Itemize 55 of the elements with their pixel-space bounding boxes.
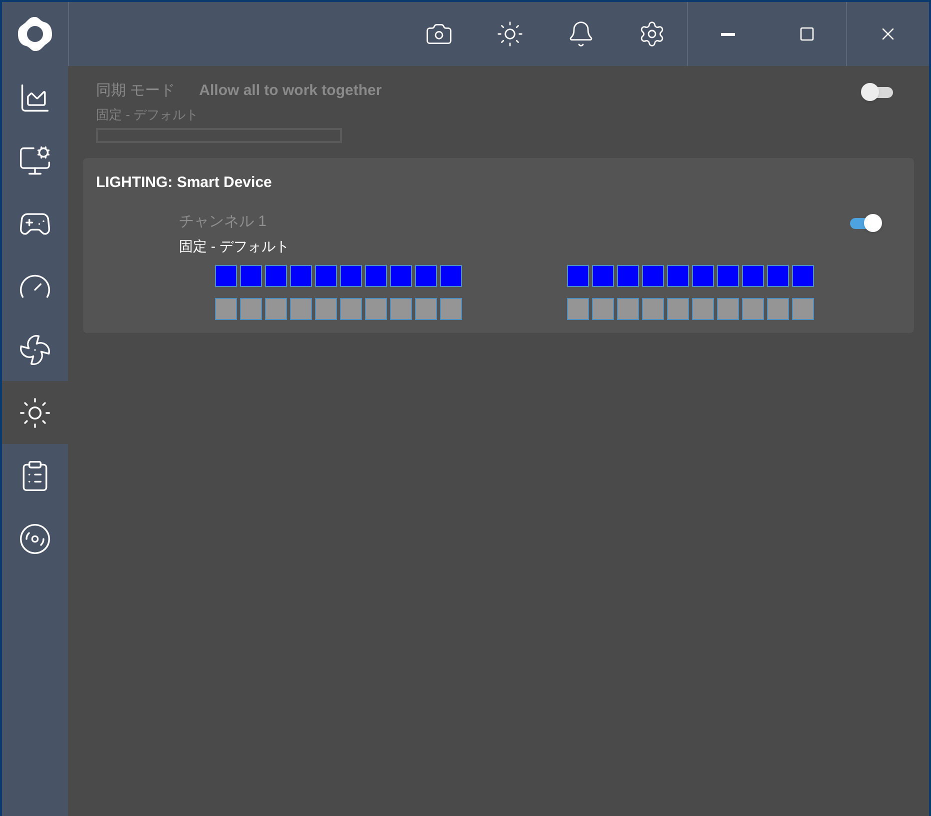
led-swatch[interactable] <box>315 298 337 320</box>
led-swatch[interactable] <box>617 298 639 320</box>
sidebar-item[interactable] <box>2 381 68 444</box>
led-swatch[interactable] <box>617 265 639 287</box>
monitor-icon <box>18 144 52 178</box>
led-swatch[interactable] <box>415 265 437 287</box>
led-swatch[interactable] <box>290 298 312 320</box>
led-swatch[interactable] <box>792 298 814 320</box>
led-swatch[interactable] <box>667 265 689 287</box>
toggle-switch[interactable] <box>848 212 882 232</box>
led-swatch[interactable] <box>767 298 789 320</box>
led-swatch[interactable] <box>340 265 362 287</box>
led-swatch[interactable] <box>742 265 764 287</box>
led-swatch[interactable] <box>240 298 262 320</box>
channel-label: チャンネル 1 <box>179 212 268 232</box>
disc-icon <box>18 522 52 556</box>
led-swatch[interactable] <box>440 265 462 287</box>
led-swatch[interactable] <box>365 298 387 320</box>
led-swatch[interactable] <box>567 265 589 287</box>
led-swatch[interactable] <box>215 265 237 287</box>
led-swatch[interactable] <box>742 298 764 320</box>
led-swatch[interactable] <box>340 298 362 320</box>
led-swatch[interactable] <box>667 298 689 320</box>
logo-icon <box>17 16 53 52</box>
sync-description: Allow all to work together <box>199 81 382 101</box>
led-swatch[interactable] <box>792 265 814 287</box>
led-swatch[interactable] <box>592 298 614 320</box>
led-swatch[interactable] <box>265 265 287 287</box>
sync-mode-label: 同期 モード <box>96 81 176 101</box>
led-swatch[interactable] <box>567 298 589 320</box>
led-swatch[interactable] <box>365 265 387 287</box>
led-swatch[interactable] <box>390 298 412 320</box>
led-swatch[interactable] <box>692 265 714 287</box>
fan-icon <box>18 332 52 366</box>
led-swatch[interactable] <box>215 298 237 320</box>
led-swatch[interactable] <box>767 265 789 287</box>
led-swatch[interactable] <box>642 265 664 287</box>
led-swatch[interactable] <box>642 298 664 320</box>
led-swatch[interactable] <box>265 298 287 320</box>
led-swatch[interactable] <box>717 265 739 287</box>
led-swatch[interactable] <box>692 298 714 320</box>
sun-icon <box>18 396 52 430</box>
led-swatch[interactable] <box>592 265 614 287</box>
led-swatch[interactable] <box>440 298 462 320</box>
led-swatch[interactable] <box>315 265 337 287</box>
led-swatch[interactable] <box>290 265 312 287</box>
brightness-icon <box>496 20 524 48</box>
minimize-icon <box>720 32 734 36</box>
mode-label: 固定 - デフォルト <box>179 237 290 256</box>
maximize-icon <box>798 26 814 42</box>
led-swatch[interactable] <box>717 298 739 320</box>
card-title: LIGHTING: Smart Device <box>96 173 273 193</box>
led-swatch[interactable] <box>240 265 262 287</box>
led-swatch[interactable] <box>390 265 412 287</box>
led-swatch[interactable] <box>415 298 437 320</box>
